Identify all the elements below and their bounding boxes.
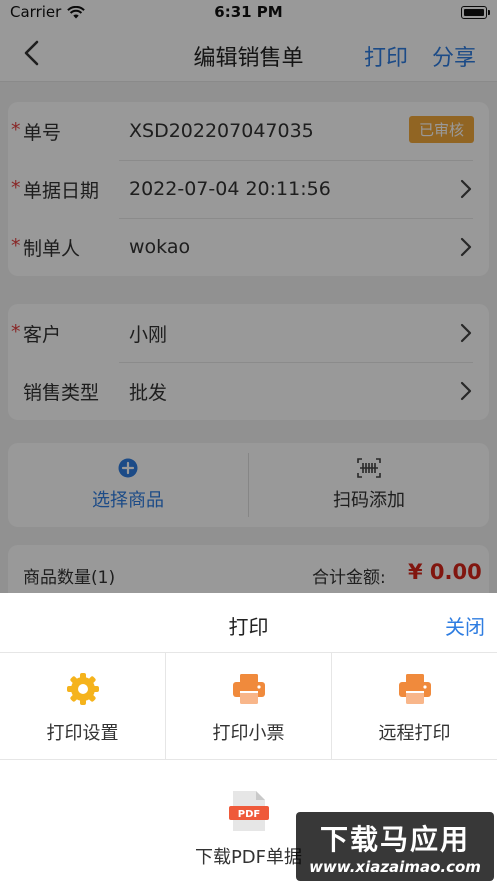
print-settings-label: 打印设置 [46, 723, 119, 744]
print-receipt-label: 打印小票 [212, 723, 285, 744]
pdf-icon-text: PDF [237, 809, 259, 820]
pdf-file-icon: PDF [228, 791, 269, 831]
watermark-logo: 下载马应用 www.xiazaimao.com [296, 812, 494, 881]
sheet-title: 打印 [228, 615, 269, 639]
watermark-url: www.xiazaimao.com [309, 857, 481, 876]
print-receipt-option[interactable]: 打印小票 [166, 653, 331, 759]
printer-icon [398, 674, 431, 704]
close-button[interactable]: 关闭 [445, 611, 485, 640]
modal-backdrop[interactable] [0, 0, 497, 593]
printer-icon [232, 674, 265, 704]
divider [0, 759, 497, 760]
watermark-title: 下载马应用 [319, 822, 470, 856]
download-pdf-label: 下载PDF单据 [194, 847, 303, 868]
print-settings-option[interactable]: 打印设置 [0, 653, 165, 759]
remote-print-label: 远程打印 [378, 723, 451, 744]
remote-print-option[interactable]: 远程打印 [332, 653, 497, 759]
gear-icon [66, 673, 99, 705]
